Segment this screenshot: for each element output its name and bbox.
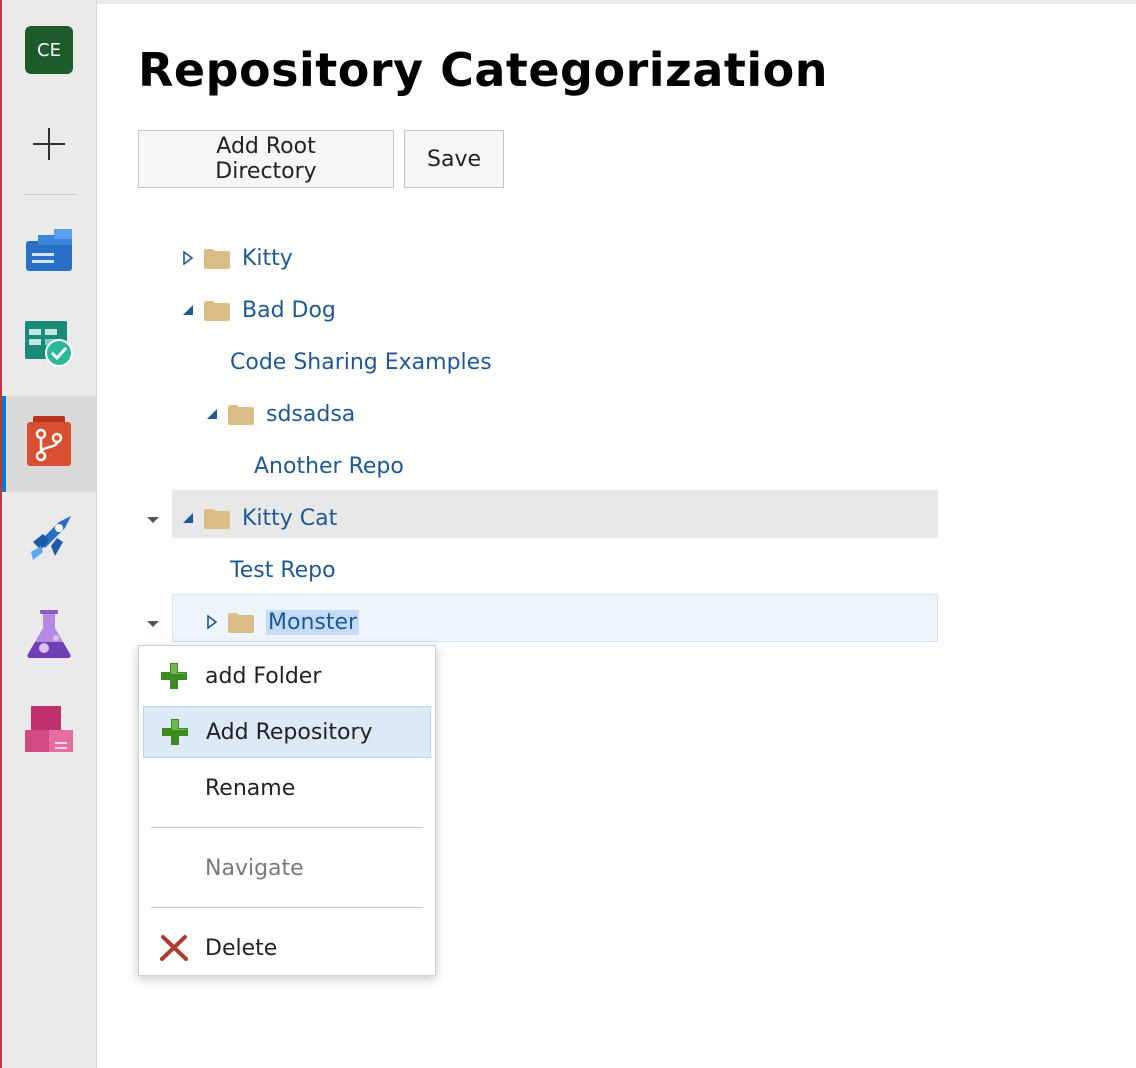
row-menu-caret-icon[interactable] [146,614,160,627]
top-edge [0,0,1136,4]
tree-node-label: Code Sharing Examples [230,349,492,375]
tree-node-label: Test Repo [230,557,336,583]
tree-node-kitty[interactable]: Kitty [182,232,293,284]
tree-node-label: sdsadsa [266,401,356,427]
plus-icon [143,650,205,702]
sidebar-item-test-plans[interactable] [2,298,96,394]
tree-node-label: Kitty Cat [242,505,338,531]
menu-item-add-repository[interactable]: Add Repository [143,706,431,758]
menu-item-add-folder[interactable]: add Folder [143,650,431,702]
collapse-arrow-icon[interactable] [182,304,194,316]
folder-icon [228,612,254,633]
pipelines-icon [23,512,75,568]
expand-arrow-icon[interactable] [182,251,194,265]
menu-item-label: Add Repository [206,719,373,745]
delete-x-icon [143,922,205,974]
sidebar-item-artifacts[interactable] [2,684,96,780]
page-title: Repository Categorization [138,43,828,97]
sidebar-item-organization[interactable]: CE [2,2,96,98]
menu-item-label: add Folder [205,663,322,689]
test-flask-icon [24,608,74,664]
sidebar-divider [24,194,76,195]
sidebar-item-repos[interactable] [2,396,96,492]
collapse-arrow-icon[interactable] [182,512,194,524]
test-plans-check-icon [23,319,75,373]
tree-node-label: Kitty [242,245,293,271]
collapse-arrow-icon[interactable] [206,408,218,420]
sidebar-item-pipelines[interactable] [2,492,96,588]
save-button[interactable]: Save [404,130,504,188]
tree-node-monster[interactable]: Monster [206,596,360,648]
tree-node-test-repo[interactable]: Test Repo [230,544,336,596]
tree-node-code-sharing-examples[interactable]: Code Sharing Examples [230,336,492,388]
folder-icon [228,404,254,425]
menu-separator [151,827,423,828]
folder-icon [204,300,230,321]
plus-icon [144,706,206,758]
menu-item-delete[interactable]: Delete [143,922,431,974]
boards-icon [24,227,74,277]
tree-node-label: Another Repo [254,453,404,479]
new-icon [32,127,66,165]
menu-item-rename[interactable]: Rename [143,762,431,814]
menu-separator [151,907,423,908]
menu-item-navigate: Navigate [143,842,431,894]
sidebar-item-test[interactable] [2,588,96,684]
add-root-directory-button[interactable]: Add Root Directory [138,130,394,188]
artifacts-icon [23,704,75,760]
sidebar: CE [2,0,97,1068]
sidebar-item-new[interactable] [2,98,96,194]
menu-item-label: Rename [205,775,296,801]
tree-node-label: Monster [266,609,360,635]
context-menu: add Folder Add Repository Rename Navigat… [138,645,436,976]
menu-item-label: Navigate [205,855,304,881]
menu-item-label: Delete [205,935,278,961]
expand-arrow-icon[interactable] [206,615,218,629]
tree-node-bad-dog[interactable]: Bad Dog [182,284,336,336]
folder-icon [204,508,230,529]
row-menu-caret-icon[interactable] [146,510,160,523]
tree-node-another-repo[interactable]: Another Repo [254,440,404,492]
avatar[interactable]: CE [25,26,73,74]
folder-icon [204,248,230,269]
repos-icon [25,416,73,472]
tree-node-sdsadsa[interactable]: sdsadsa [206,388,355,440]
tree-node-kitty-cat[interactable]: Kitty Cat [182,492,337,544]
sidebar-item-boards[interactable] [2,204,96,300]
tree-node-label: Bad Dog [242,297,336,323]
